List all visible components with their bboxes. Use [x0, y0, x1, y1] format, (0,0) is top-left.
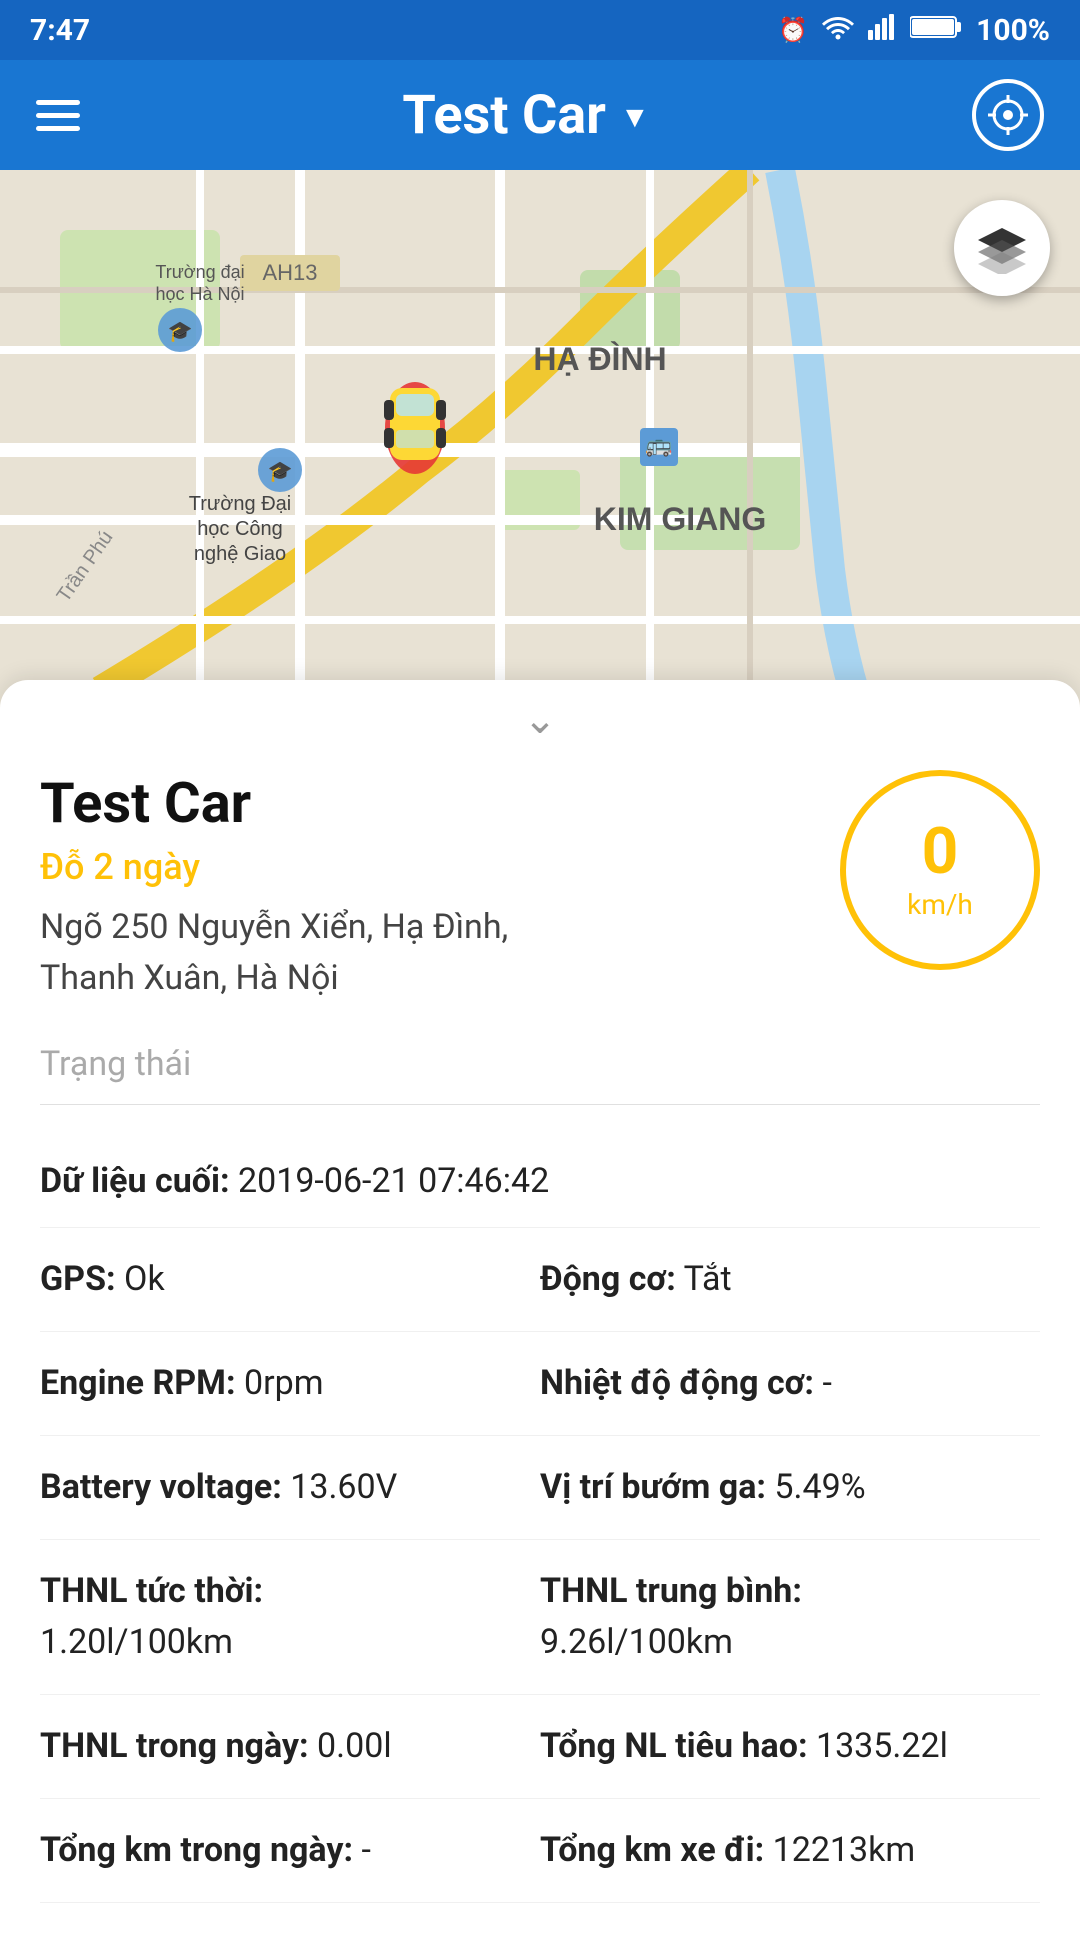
speed-value: 0	[922, 820, 959, 884]
svg-text:🚌: 🚌	[645, 433, 672, 458]
speed-unit: km/h	[907, 888, 973, 921]
car-marker	[380, 370, 450, 480]
engine-temp-label: Nhiệt độ động cơ:	[540, 1363, 814, 1403]
km-day-label: Tổng km trong ngày:	[40, 1830, 353, 1870]
rpm-temp-row: Engine RPM: 0rpm Nhiệt độ động cơ: -	[40, 1332, 1040, 1436]
battery-percent: 100%	[976, 13, 1050, 48]
gps-cell: GPS: Ok	[40, 1254, 540, 1305]
fuel-day-value: 0.00l	[317, 1726, 392, 1766]
status-icons: ⏰ 100%	[778, 13, 1050, 48]
throttle-label: Vị trí bướm ga:	[540, 1467, 766, 1507]
svg-text:Trường đại: Trường đại	[155, 262, 244, 282]
fuel-total-value: 1335.22l	[816, 1726, 948, 1766]
engine-label: Động cơ:	[540, 1259, 676, 1299]
fuel-day-label: THNL trong ngày:	[40, 1726, 309, 1766]
engine-temp-cell: Nhiệt độ động cơ: -	[540, 1358, 1040, 1409]
vehicle-name: Test Car	[40, 770, 810, 836]
km-total-value: 12213km	[773, 1830, 916, 1870]
last-data-label: Dữ liệu cuối:	[40, 1161, 230, 1201]
rpm-cell: Engine RPM: 0rpm	[40, 1358, 540, 1409]
alarm-icon: ⏰	[778, 16, 808, 44]
bottom-sheet: ⌄ Test Car Đỗ 2 ngày Ngõ 250 Nguyễn Xiển…	[0, 680, 1080, 1943]
fuel-instant-label: THNL tức thời:	[40, 1571, 263, 1611]
sheet-handle[interactable]: ⌄	[40, 700, 1040, 740]
engine-value: Tắt	[684, 1259, 732, 1299]
battery-throttle-row: Battery voltage: 13.60V Vị trí bướm ga: …	[40, 1436, 1040, 1540]
app-bar: Test Car ▼	[0, 60, 1080, 170]
svg-text:học Hà Nội: học Hà Nội	[155, 284, 244, 304]
fuel-instant-value: 1.20l/100km	[40, 1622, 233, 1662]
engine-temp-value: -	[822, 1363, 831, 1403]
fuel-avg-cell: THNL trung bình: 9.26l/100km	[540, 1566, 1040, 1668]
map-view[interactable]: AH13 HẠ ĐÌNH KIM GIANG Trần Phú 🎓 Trường…	[0, 170, 1080, 710]
map-layers-button[interactable]	[954, 200, 1050, 296]
battery-value: 13.60V	[290, 1467, 397, 1507]
km-day-total-row: Tổng km trong ngày: - Tổng km xe đi: 122…	[40, 1799, 1040, 1903]
status-section: Trạng thái	[40, 1024, 1040, 1105]
fuel-instant-cell: THNL tức thời: 1.20l/100km	[40, 1566, 540, 1668]
last-data-row: Dữ liệu cuối: 2019-06-21 07:46:42	[40, 1135, 1040, 1228]
fuel-day-cell: THNL trong ngày: 0.00l	[40, 1721, 540, 1772]
throttle-cell: Vị trí bướm ga: 5.49%	[540, 1462, 1040, 1513]
fuel-avg-value: 9.26l/100km	[540, 1622, 733, 1662]
vehicle-address: Ngõ 250 Nguyễn Xiển, Hạ Đình, Thanh Xuân…	[40, 902, 600, 1004]
app-title: Test Car	[402, 84, 606, 147]
app-title-container[interactable]: Test Car ▼	[402, 84, 649, 147]
vehicle-status: Đỗ 2 ngày	[40, 846, 810, 888]
fuel-total-label: Tổng NL tiêu hao:	[540, 1726, 808, 1766]
speed-gauge: 0 km/h	[840, 770, 1040, 970]
menu-button[interactable]	[36, 100, 80, 131]
data-grid: Dữ liệu cuối: 2019-06-21 07:46:42 GPS: O…	[40, 1135, 1040, 1903]
gps-label: GPS:	[40, 1259, 116, 1299]
wifi-icon	[822, 14, 854, 46]
svg-text:AH13: AH13	[262, 260, 317, 285]
battery-icon	[910, 14, 962, 47]
battery-cell: Battery voltage: 13.60V	[40, 1462, 540, 1513]
status-label-text: Trạng thái	[40, 1044, 191, 1084]
km-total-label: Tổng km xe đi:	[540, 1830, 764, 1870]
engine-cell: Động cơ: Tắt	[540, 1254, 1040, 1305]
km-day-cell: Tổng km trong ngày: -	[40, 1825, 540, 1876]
svg-text:🎓: 🎓	[268, 459, 293, 483]
svg-text:Trường Đại: Trường Đại	[189, 493, 291, 515]
rpm-label: Engine RPM:	[40, 1363, 236, 1403]
svg-text:HẠ ĐÌNH: HẠ ĐÌNH	[533, 341, 666, 377]
km-total-cell: Tổng km xe đi: 12213km	[540, 1825, 1040, 1876]
fuel-total-cell: Tổng NL tiêu hao: 1335.22l	[540, 1721, 1040, 1772]
location-button[interactable]	[972, 79, 1044, 151]
signal-icon	[868, 14, 896, 46]
svg-text:🎓: 🎓	[168, 319, 193, 343]
svg-text:học Công: học Công	[197, 518, 283, 540]
fuel-avg-label: THNL trung bình:	[540, 1571, 802, 1611]
rpm-value: 0rpm	[244, 1363, 324, 1403]
battery-label: Battery voltage:	[40, 1467, 282, 1507]
svg-text:nghệ Giao: nghệ Giao	[194, 543, 286, 565]
throttle-value: 5.49%	[774, 1467, 865, 1507]
dropdown-arrow-icon: ▼	[620, 100, 650, 135]
last-data-value: 2019-06-21 07:46:42	[238, 1161, 549, 1201]
fuel-instant-avg-row: THNL tức thời: 1.20l/100km THNL trung bì…	[40, 1540, 1040, 1695]
gps-value: Ok	[124, 1259, 165, 1299]
gps-engine-row: GPS: Ok Động cơ: Tắt	[40, 1228, 1040, 1332]
km-day-value: -	[362, 1830, 371, 1870]
fuel-day-total-row: THNL trong ngày: 0.00l Tổng NL tiêu hao:…	[40, 1695, 1040, 1799]
vehicle-header: Test Car Đỗ 2 ngày Ngõ 250 Nguyễn Xiển, …	[40, 770, 1040, 1004]
vehicle-info: Test Car Đỗ 2 ngày Ngõ 250 Nguyễn Xiển, …	[40, 770, 810, 1004]
status-time: 7:47	[30, 13, 90, 48]
status-bar: 7:47 ⏰ 100%	[0, 0, 1080, 60]
svg-text:KIM GIANG: KIM GIANG	[594, 501, 766, 537]
